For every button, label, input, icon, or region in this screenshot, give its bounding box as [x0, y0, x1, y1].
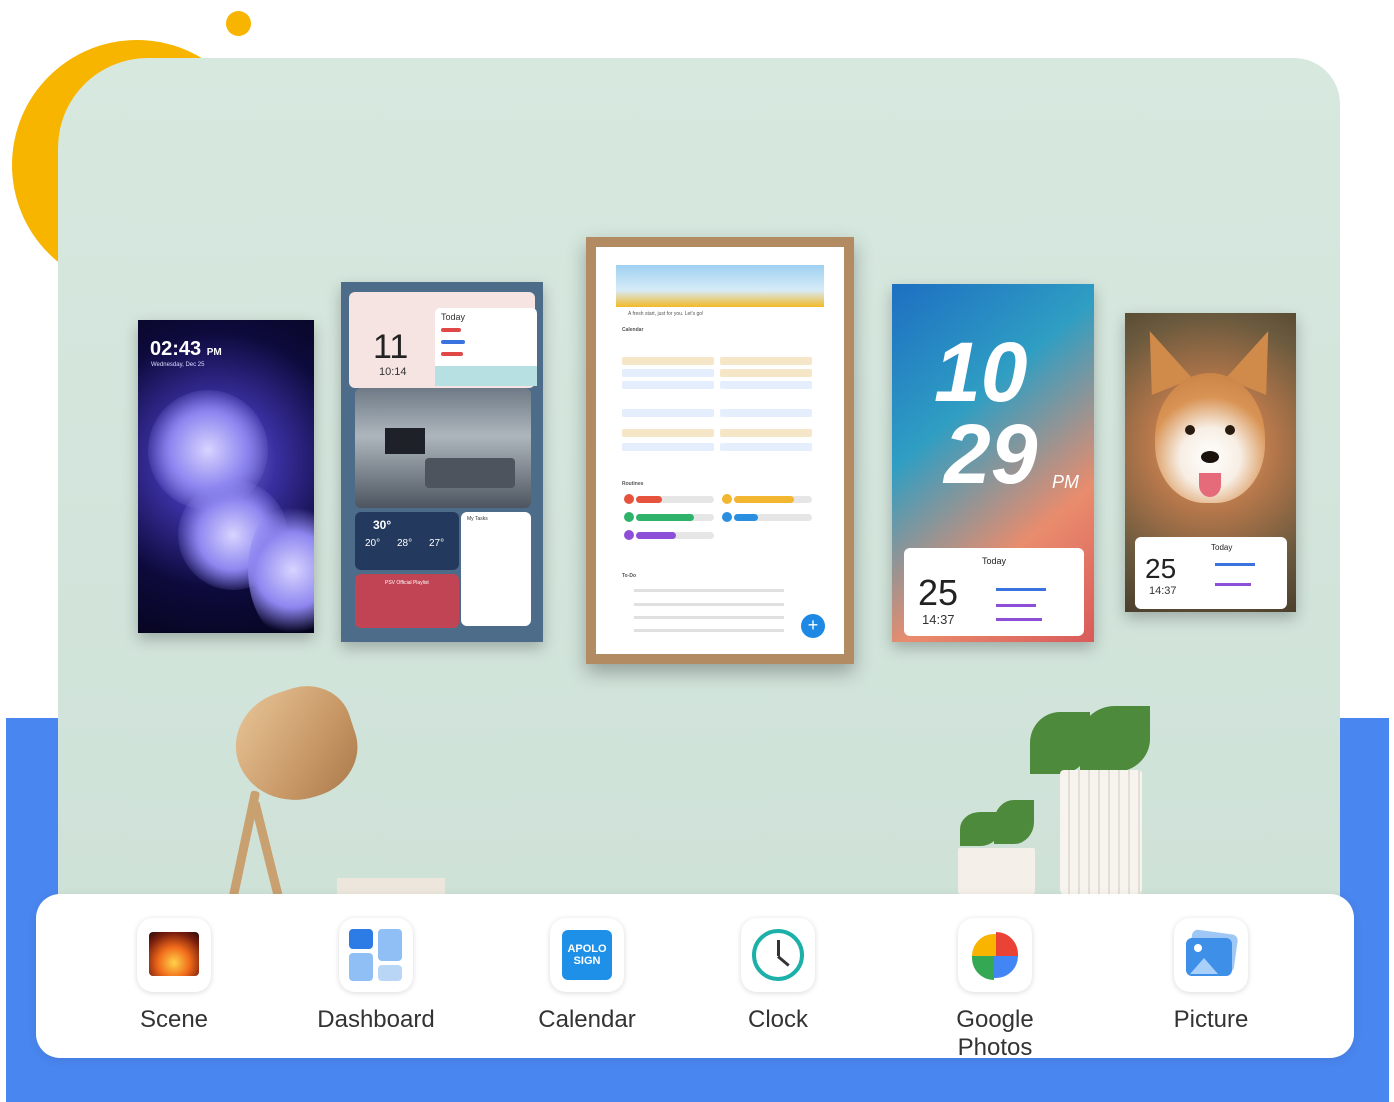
dashboard-time: 10:14: [379, 366, 407, 378]
calendar-frame-display: A fresh start, just for you. Let's go! C…: [586, 237, 854, 664]
clock-minute: 29: [944, 407, 1038, 501]
photo-card-time: 14:37: [1149, 585, 1177, 597]
dashboard-label: Dashboard: [317, 1006, 435, 1033]
small-yellow-circle: [226, 11, 251, 36]
dashboard-app[interactable]: Dashboard: [301, 918, 451, 1034]
clock-card-time: 14:37: [922, 612, 955, 627]
dashboard-tasks-widget: My Tasks: [461, 512, 531, 626]
calendar-section-label: Calendar: [622, 327, 644, 333]
calendar-screen: A fresh start, just for you. Let's go! C…: [596, 247, 844, 654]
dashboard-weather-widget: 30° 20° 28° 27°: [355, 512, 459, 570]
plant-leaf: [994, 800, 1034, 844]
sunflower-header: [616, 265, 824, 307]
scene-label: Scene: [139, 1006, 209, 1033]
lock-screen-time: 02:43 PM: [150, 338, 222, 360]
picture-icon[interactable]: [1174, 918, 1248, 992]
tall-plant-pot: [1060, 770, 1142, 898]
calendar-label: Calendar: [538, 1006, 636, 1033]
lock-screen-date: Wednesday, Dec 25: [151, 362, 205, 368]
scene-app[interactable]: Scene: [99, 918, 249, 1034]
add-todo-button[interactable]: +: [801, 614, 825, 638]
clock-icon[interactable]: [741, 918, 815, 992]
dashboard-clock-widget: 11 10:14 Today: [349, 292, 537, 388]
dashboard-grid-icon[interactable]: [339, 918, 413, 992]
calendar-app[interactable]: APOLO SIGN Calendar: [512, 918, 662, 1034]
picture-app[interactable]: Picture: [1136, 918, 1286, 1034]
photo-display: 25 14:37 Today: [1125, 313, 1296, 612]
picture-label: Picture: [1173, 1006, 1249, 1033]
dashboard-photo-widget: [355, 388, 531, 508]
google-photos-app[interactable]: Google Photos: [916, 918, 1074, 1062]
clock-hour: 10: [934, 325, 1028, 419]
clock-app[interactable]: Clock: [703, 918, 853, 1034]
dashboard-display: 11 10:14 Today 30° 20° 28° 27° PSV Offic…: [341, 282, 543, 642]
lock-screen-display: 02:43 PM Wednesday, Dec 25: [138, 320, 314, 633]
calendar-greeting: A fresh start, just for you. Let's go!: [628, 311, 704, 317]
photo-card-day: 25: [1145, 553, 1177, 584]
app-dock: Scene Dashboard APOLO SIGN Calendar Cloc…: [36, 894, 1354, 1061]
plant-leaf: [1080, 706, 1150, 772]
corgi-photo: [1155, 373, 1265, 503]
clock-card-today: Today: [982, 556, 1007, 566]
small-plant-pot: [958, 848, 1035, 898]
dashboard-day: 11: [373, 328, 409, 366]
dashboard-today-label: Today: [441, 312, 466, 322]
google-photos-label: Google Photos: [956, 1006, 1034, 1061]
clock-today-card: 25 14:37 Today: [904, 548, 1084, 636]
apolosign-calendar-icon[interactable]: APOLO SIGN: [550, 918, 624, 992]
todo-section-label: To-Do: [622, 573, 637, 579]
clock-label: Clock: [747, 1006, 808, 1033]
photo-today-card: 25 14:37 Today: [1135, 537, 1287, 609]
fireplace-icon[interactable]: [137, 918, 211, 992]
clock-ampm: PM: [1052, 472, 1079, 492]
clock-display: 10 29 PM 25 14:37 Today: [892, 284, 1094, 642]
dashboard-music-widget: PSV Official Playlist: [355, 574, 459, 628]
google-photos-pinwheel-icon[interactable]: [958, 918, 1032, 992]
dashboard-today-panel: Today: [435, 308, 537, 386]
photo-card-today: Today: [1211, 543, 1233, 552]
clock-card-day: 25: [918, 572, 959, 613]
routines-section-label: Routines: [622, 481, 644, 487]
